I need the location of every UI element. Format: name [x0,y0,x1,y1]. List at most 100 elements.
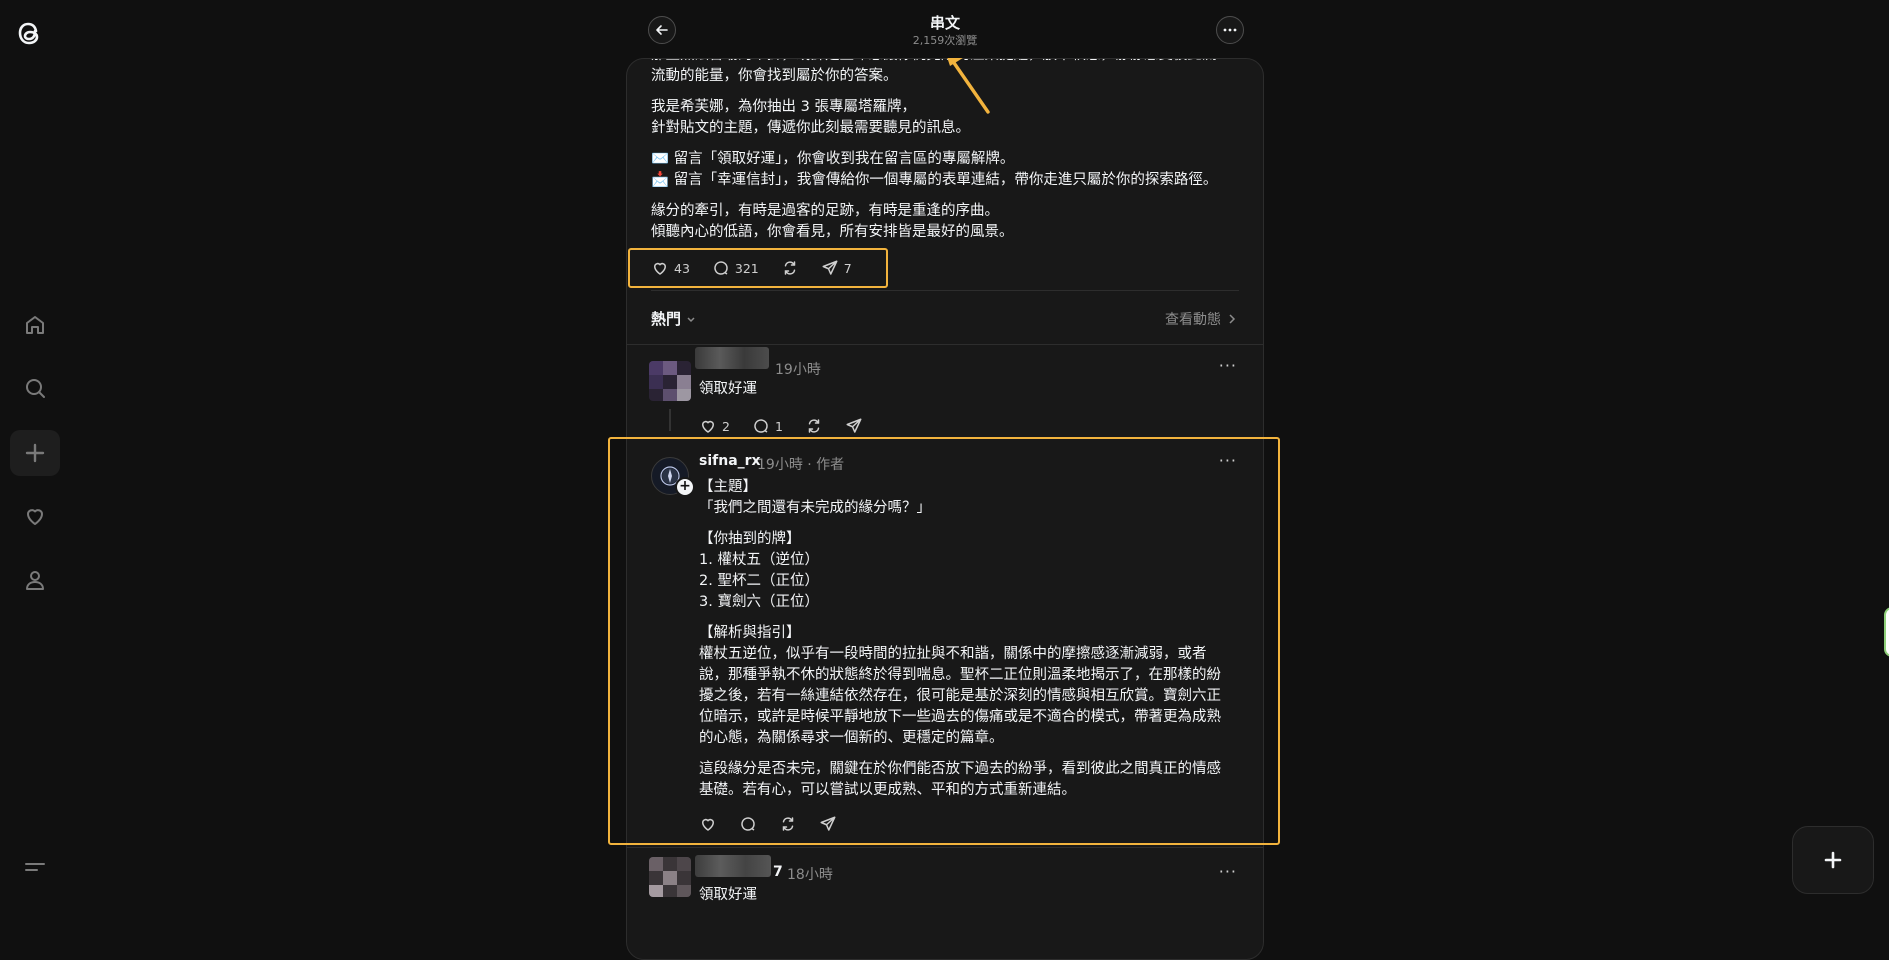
more-icon [1223,28,1237,32]
share-icon [822,260,838,275]
avatar[interactable] [649,857,691,897]
author-username[interactable]: sifna_rx [699,453,761,469]
comment-icon [754,419,768,433]
envelope-icon: 📩 [651,172,670,188]
create-icon[interactable] [10,430,60,476]
chevron-down-icon [687,316,695,322]
reply-time: 18小時 [787,867,833,883]
create-post-button[interactable] [1792,826,1874,894]
body-line: 位暗示，或許是時候平靜地放下一些過去的傷痛或是不適合的模式，帶著更為成熟 [699,709,1221,725]
share-button[interactable] [845,417,863,435]
body-line: 3. 寶劍六（正位） [699,594,819,610]
blurred-username[interactable] [695,855,771,877]
repost-button[interactable] [805,417,823,435]
body-line: 的心態，為關係尋求一個新的、更穩定的篇章。 [699,730,1004,746]
body-line: 這段緣分是否未完，關鍵在於你們能否放下過去的紛爭，看到彼此之間真正的情感 [699,761,1221,777]
chevron-right-icon [1229,314,1236,324]
body-line: 權杖五逆位，似乎有一段時間的拉扯與不和諧，關係中的摩擦感逐漸減弱，或者 [699,646,1207,662]
envelope-icon: ✉️ [651,151,670,167]
threads-logo-icon[interactable] [14,16,44,50]
body-line: 2. 聖杯二（正位） [699,573,819,589]
author-reply-body: 【主題】 「我們之間還有未完成的緣分嗎？」 【你抽到的牌】 1. 權杖五（逆位）… [699,477,1243,801]
reply-username-suffix[interactable]: 7 [773,864,783,880]
divider [651,290,1239,291]
more-icon[interactable]: ··· [1219,451,1237,470]
view-count: 2,159次瀏覽 [912,34,978,47]
author-meta: 19小時 · 作者 [757,457,845,473]
more-options-button[interactable] [1216,16,1244,44]
reply-actions: 2 1 [699,417,885,435]
comment-icon [741,817,755,831]
body-line: 擾之後，若有一絲連結依然存在，很可能是基於深刻的情感與相互欣賞。寶劍六正 [699,688,1221,704]
repost-icon [784,261,796,275]
like-count: 2 [722,418,730,434]
follow-plus-icon[interactable]: + [675,477,695,497]
thread-line [669,409,671,431]
repost-button[interactable] [779,815,797,833]
share-button[interactable]: 7 [821,259,852,277]
divider [627,847,1263,848]
comment-button[interactable] [739,815,757,833]
body-line: 1. 權杖五（逆位） [699,552,819,568]
comment-icon [714,261,728,275]
body-line: 【主題】 [699,479,757,495]
page-title: 串文 [929,14,960,32]
heart-icon[interactable] [10,493,60,539]
body-line: 【你抽到的牌】 [699,531,801,547]
body-line: 說，那種爭執不休的狀態終於得到喘息。聖杯二正位則溫柔地揭示了，在那樣的紛 [699,667,1221,683]
comment-button[interactable]: 1 [752,417,783,435]
post-line-cut: 那些無法言喻的牽掛，或許是生命想讓你們完成的溫柔提醒，放下執念，靜靜感受彼此流 [651,59,1251,66]
thread-card: 那些無法言喻的牽掛，或許是生命想讓你們完成的溫柔提醒，放下執念，靜靜感受彼此流 … [626,58,1264,960]
more-icon[interactable]: ··· [1219,356,1237,375]
comment-count: 321 [734,260,759,276]
share-button[interactable] [819,815,837,833]
like-count: 43 [674,260,690,276]
home-icon[interactable] [10,302,60,348]
like-button[interactable] [699,815,717,833]
side-widget-tab[interactable] [1884,607,1889,657]
search-icon[interactable] [10,365,60,411]
post-line: 傾聽內心的低語，你會看見，所有安排皆是最好的風景。 [651,224,1014,240]
sort-label: 熱門 [651,310,682,328]
comment-count: 1 [774,418,783,434]
more-icon[interactable]: ··· [1219,862,1237,881]
thread-column: 那些無法言喻的牽掛，或許是生命想讓你們完成的溫柔提醒，放下執念，靜靜感受彼此流 … [626,0,1264,960]
body-line: 「我們之間還有未完成的緣分嗎？」 [699,500,931,516]
view-activity-link[interactable]: 查看動態 [1165,309,1237,329]
avatar[interactable] [649,361,691,401]
post-text: 那些無法言喻的牽掛，或許是生命想讓你們完成的溫柔提醒，放下執念，靜靜感受彼此流 … [651,59,1251,243]
repost-button[interactable] [781,259,799,277]
repost-icon [782,817,794,831]
share-icon [820,816,836,831]
post-line: ✉️ 留言「領取好運」，你會收到我在留言區的專屬解牌。 [651,151,1015,167]
like-button[interactable]: 43 [651,259,690,277]
sort-dropdown[interactable]: 熱門 [651,308,697,329]
thread-header: 串文 2,159次瀏覽 [626,0,1264,58]
author-reply-actions [699,815,859,833]
profile-icon[interactable] [10,557,60,603]
repost-icon [808,419,820,433]
body-line: 基礎。若有心，可以嘗試以更成熟、平和的方式重新連結。 [699,782,1076,798]
post-line: 📩 留言「幸運信封」，我會傳給你一個專屬的表單連結，帶你走進只屬於你的探索路徑。 [651,172,1218,188]
post-actions: 43 321 7 [651,259,874,277]
post-line: 我是希芙娜，為你抽出 3 張專屬塔羅牌， [651,99,916,115]
like-icon [653,262,667,275]
reply-text: 領取好運 [699,887,757,903]
post-line: 緣分的牽引，有時是過客的足跡，有時是重逢的序曲。 [651,203,999,219]
like-icon [701,818,715,831]
body-line: 【解析與指引】 [699,625,801,641]
like-icon [701,420,715,433]
post-line: 流動的能量，你會找到屬於你的答案。 [651,68,898,84]
share-icon [846,418,862,433]
reply-time: 19小時 [775,362,821,378]
plus-icon [1824,851,1842,869]
comment-button[interactable]: 321 [712,259,759,277]
reply-text: 領取好運 [699,381,757,397]
post-line: 針對貼文的主題，傳遞你此刻最需要聽見的訊息。 [651,120,970,136]
blurred-username[interactable] [695,347,769,369]
like-button[interactable]: 2 [699,417,730,435]
activity-label: 查看動態 [1165,312,1221,328]
menu-icon[interactable] [10,844,60,890]
divider [627,344,1263,345]
share-count: 7 [843,260,852,276]
